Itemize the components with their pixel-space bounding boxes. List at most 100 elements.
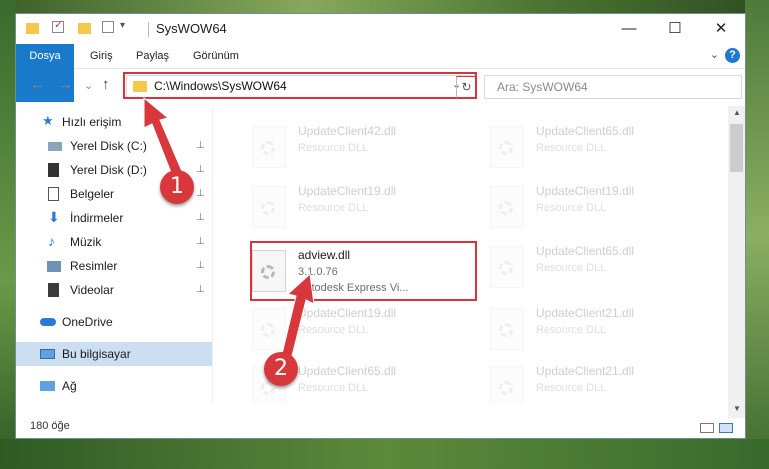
network-icon	[40, 381, 55, 391]
file-description: Resource DLL	[298, 202, 369, 214]
window-title: SysWOW64	[156, 21, 227, 36]
sidebar-item-label: OneDrive	[62, 315, 113, 329]
title-separator	[148, 22, 149, 37]
pin-icon[interactable]: ⊥	[196, 284, 205, 295]
pane-divider	[212, 106, 213, 404]
file-name: UpdateClient65.dll	[298, 364, 397, 378]
scrollbar-thumb[interactable]	[730, 124, 743, 172]
sidebar-item-downloads[interactable]: ⬇ İndirmeler ⊥	[16, 206, 212, 230]
tab-home[interactable]: Giriş	[90, 44, 113, 68]
step2-badge: 2	[264, 352, 298, 386]
file-item[interactable]: UpdateClient19.dll Resource DLL	[242, 176, 472, 234]
file-item[interactable]: UpdateClient21.dll Resource DLL	[480, 356, 710, 404]
file-description: Resource DLL	[298, 382, 369, 394]
file-item[interactable]: UpdateClient19.dll Resource DLL	[480, 176, 710, 234]
file-description: Resource DLL	[298, 142, 369, 154]
title-bar: ✓ ▾ SysWOW64 — ☐ ✕	[16, 14, 745, 44]
file-description: Resource DLL	[536, 262, 607, 274]
new-folder-icon[interactable]	[78, 23, 91, 34]
file-name: UpdateClient21.dll	[536, 306, 635, 320]
search-box[interactable]: Ara: SysWOW64	[484, 75, 742, 99]
sidebar-item-label: Resimler	[70, 259, 118, 273]
sidebar-item-label: Müzik	[70, 235, 102, 249]
customize-toolbar-icon[interactable]	[102, 21, 114, 33]
pin-icon[interactable]: ⊥	[196, 236, 205, 247]
up-button[interactable]: ↑	[102, 76, 110, 93]
file-name: UpdateClient19.dll	[536, 184, 635, 198]
sidebar-item-this-pc[interactable]: Bu bilgisayar	[16, 342, 212, 366]
sidebar-item-label: Videolar	[70, 283, 114, 297]
dll-file-icon	[490, 246, 524, 288]
status-bar: 180 öğe	[16, 418, 745, 438]
pin-icon[interactable]: ⊥	[196, 260, 205, 271]
details-view-icon[interactable]	[700, 423, 714, 433]
sidebar-item-label: Ağ	[62, 379, 77, 393]
cloud-icon	[40, 318, 56, 326]
drive-icon	[48, 142, 62, 151]
dll-file-icon	[490, 126, 524, 168]
music-icon: ♪	[48, 233, 55, 249]
vertical-scrollbar[interactable]: ▲ ▼	[728, 106, 745, 418]
file-description: Resource DLL	[536, 382, 607, 394]
search-input[interactable]: Ara: SysWOW64	[497, 80, 588, 94]
file-item[interactable]: UpdateClient65.dll Resource DLL	[480, 236, 710, 294]
minimize-button[interactable]: —	[606, 14, 652, 44]
folder-icon	[26, 23, 39, 34]
file-item[interactable]: UpdateClient21.dll Resource DLL	[480, 298, 710, 356]
properties-icon[interactable]: ✓	[52, 19, 64, 33]
maximize-button[interactable]: ☐	[652, 14, 698, 44]
desktop-background-left	[0, 0, 16, 469]
computer-icon	[40, 349, 55, 359]
sidebar-item-onedrive[interactable]: OneDrive	[16, 310, 212, 334]
file-name: UpdateClient21.dll	[536, 364, 635, 378]
step2-arrow	[281, 272, 315, 357]
sidebar-item-label: Yerel Disk (C:)	[70, 139, 147, 153]
scroll-down-icon[interactable]: ▼	[733, 404, 741, 413]
sidebar-item-network[interactable]: Ağ	[16, 374, 212, 398]
step1-badge: 1	[160, 170, 194, 204]
pin-icon[interactable]: ⊥	[196, 212, 205, 223]
tab-share[interactable]: Paylaş	[136, 44, 169, 68]
sidebar-item-music[interactable]: ♪ Müzik ⊥	[16, 230, 212, 254]
desktop-background-top	[0, 0, 769, 14]
documents-icon	[48, 187, 59, 201]
close-button[interactable]: ✕	[698, 14, 744, 44]
desktop-background-right	[745, 0, 769, 469]
explorer-window: ✓ ▾ SysWOW64 — ☐ ✕ Dosya Giriş Paylaş Gö…	[16, 14, 745, 438]
file-description: Resource DLL	[536, 142, 607, 154]
file-name: UpdateClient42.dll	[298, 124, 397, 138]
file-description: Resource DLL	[536, 202, 607, 214]
sidebar-item-label: Bu bilgisayar	[62, 347, 131, 361]
large-icons-view-icon[interactable]	[719, 423, 733, 433]
file-item[interactable]: UpdateClient65.dll Resource DLL	[480, 116, 710, 174]
file-item[interactable]: UpdateClient42.dll Resource DLL	[242, 116, 472, 174]
sidebar-item-pictures[interactable]: Resimler ⊥	[16, 254, 212, 278]
recent-locations-button[interactable]: ⌄	[84, 79, 93, 92]
pin-icon[interactable]: ⊥	[196, 188, 205, 199]
file-description: Resource DLL	[536, 324, 607, 336]
dll-file-icon	[252, 186, 286, 228]
address-highlight-box	[123, 72, 477, 99]
scroll-up-icon[interactable]: ▲	[733, 108, 741, 117]
forward-button[interactable]: →	[58, 76, 73, 93]
sidebar-item-label: Hızlı erişim	[62, 115, 122, 129]
star-icon: ★	[42, 113, 54, 128]
quick-access-dropdown-icon[interactable]: ▾	[120, 20, 134, 34]
sidebar-item-videos[interactable]: Videolar ⊥	[16, 278, 212, 302]
ribbon-expand-icon[interactable]: ⌄	[710, 48, 719, 61]
pictures-icon	[47, 261, 61, 272]
drive-icon	[48, 163, 59, 177]
dll-file-icon	[490, 186, 524, 228]
help-icon[interactable]: ?	[725, 48, 740, 63]
item-count: 180 öğe	[30, 420, 70, 432]
download-icon: ⬇	[48, 209, 60, 225]
file-name: UpdateClient19.dll	[298, 184, 397, 198]
refresh-button[interactable]: ↻	[456, 76, 477, 98]
file-name: UpdateClient65.dll	[536, 124, 635, 138]
file-name: UpdateClient65.dll	[536, 244, 635, 258]
tab-view[interactable]: Görünüm	[193, 44, 239, 68]
sidebar-item-label: Yerel Disk (D:)	[70, 163, 147, 177]
dll-file-icon	[490, 366, 524, 404]
back-button[interactable]: ←	[30, 76, 45, 93]
dll-file-icon	[490, 308, 524, 350]
